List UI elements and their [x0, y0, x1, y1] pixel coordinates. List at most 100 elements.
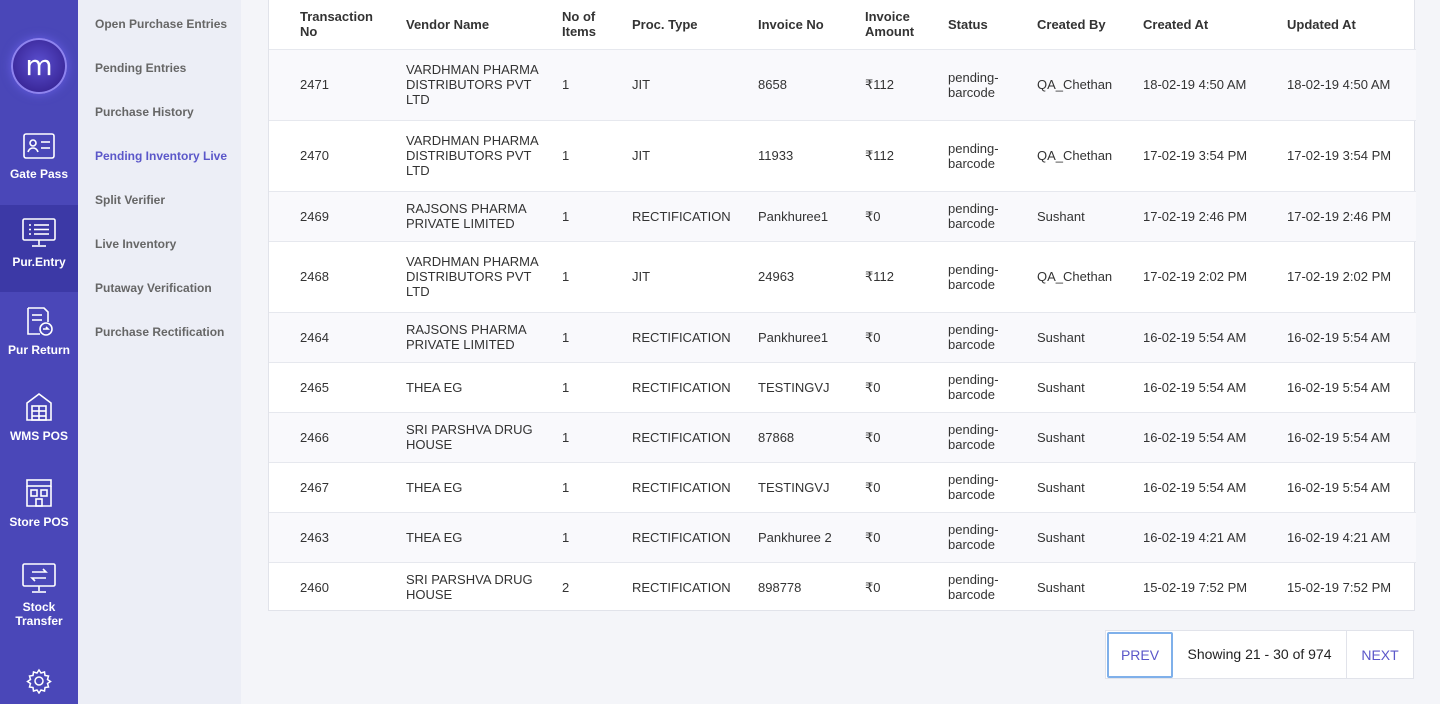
proc-type-cell: RECTIFICATION [632, 429, 731, 445]
subnav-item-open-purchase-entries[interactable]: Open Purchase Entries [95, 17, 227, 31]
rail-label: Pur.Entry [12, 255, 66, 269]
invoice-no-cell: 24963 [758, 269, 795, 284]
items-count-cell: 1 [562, 479, 570, 495]
pagination-summary: Showing 21 - 30 of 974 [1173, 631, 1347, 678]
created-at-cell: 16-02-19 4:21 AM [1143, 529, 1247, 545]
table-row[interactable]: 2468 VARDHMAN PHARMA DISTRIBUTORS PVT LTD… [269, 241, 1416, 312]
rail-item-pur-return[interactable]: Pur Return [0, 305, 78, 391]
subnav-item-split-verifier[interactable]: Split Verifier [95, 193, 165, 207]
subnav-item-pending-entries[interactable]: Pending Entries [95, 61, 186, 75]
column-header[interactable]: Invoice No [758, 0, 865, 49]
status-cell: pending-barcode [948, 472, 999, 502]
invoice-amount-cell: ₹112 [865, 148, 894, 163]
column-header[interactable]: Updated At [1287, 0, 1416, 49]
gear-icon[interactable] [26, 668, 52, 699]
created-at-cell: 16-02-19 5:54 AM [1143, 379, 1247, 395]
transaction-no-cell: 2466 [300, 429, 329, 445]
created-at-cell: 16-02-19 5:54 AM [1143, 329, 1247, 345]
rail-item-stock-transfer[interactable]: Stock Transfer [0, 562, 78, 638]
invoice-amount-cell: ₹0 [865, 208, 881, 224]
transfer-icon [0, 562, 78, 596]
created-by-cell: Sushant [1037, 379, 1085, 395]
items-count-cell: 1 [562, 529, 570, 545]
created-by-cell: QA_Chethan [1037, 269, 1113, 284]
subnav-item-purchase-history[interactable]: Purchase History [95, 105, 194, 119]
invoice-no-cell: 87868 [758, 429, 795, 445]
proc-type-cell: JIT [632, 77, 651, 92]
table-row[interactable]: 2460 SRI PARSHVA DRUG HOUSE 2 RECTIFICATION… [269, 562, 1416, 612]
table-row[interactable]: 2465 THEA EG 1 RECTIFICATION TESTINGVJ ₹0 pend… [269, 362, 1416, 412]
column-header[interactable]: Created By [1037, 0, 1143, 49]
rail-label-line2: Transfer [15, 614, 63, 628]
table-row[interactable]: 2464 RAJSONS PHARMA PRIVATE LIMITED 1 RECTI… [269, 312, 1416, 362]
vendor-name-cell: VARDHMAN PHARMA DISTRIBUTORS PVT LTD [406, 254, 538, 299]
table-row[interactable]: 2470 VARDHMAN PHARMA DISTRIBUTORS PVT LTD… [269, 120, 1416, 191]
updated-at-cell: 17-02-19 2:46 PM [1287, 208, 1392, 224]
column-header[interactable]: Proc. Type [632, 0, 758, 49]
column-header[interactable]: Vendor Name [406, 0, 562, 49]
rail-item-wms-pos[interactable]: WMS POS [0, 391, 78, 477]
column-header[interactable]: Created At [1143, 0, 1287, 49]
items-count-cell: 1 [562, 148, 570, 163]
rail-item-pur-entry[interactable]: Pur.Entry [0, 205, 78, 292]
app-rail: m Gate Pass Pur.Entry Pur Return WMS POS… [0, 0, 78, 704]
created-by-cell: Sushant [1037, 479, 1085, 495]
subnav-item-purchase-rectification[interactable]: Purchase Rectification [95, 325, 224, 339]
subnav-item-putaway-verification[interactable]: Putaway Verification [95, 281, 212, 295]
proc-type-cell: RECTIFICATION [632, 379, 731, 395]
logo-letter: m [25, 49, 53, 82]
created-at-cell: 15-02-19 7:52 PM [1143, 579, 1248, 595]
updated-at-cell: 16-02-19 5:54 AM [1287, 479, 1391, 495]
vendor-name-cell: RAJSONS PHARMA PRIVATE LIMITED [406, 201, 526, 231]
proc-type-cell: RECTIFICATION [632, 529, 731, 545]
subnav-item-pending-inventory-live[interactable]: Pending Inventory Live [95, 149, 227, 163]
column-header[interactable]: Transaction No [269, 0, 406, 49]
invoice-amount-cell: ₹0 [865, 479, 881, 495]
monitor-list-icon [0, 205, 78, 249]
created-by-cell: QA_Chethan [1037, 148, 1113, 163]
status-cell: pending-barcode [948, 422, 999, 452]
transactions-table-card: Transaction No Vendor Name No of Items P… [268, 0, 1416, 612]
id-card-icon [0, 131, 78, 161]
rail-item-store-pos[interactable]: Store POS [0, 477, 78, 563]
warehouse-icon [0, 391, 78, 423]
column-header[interactable]: Invoice Amount [865, 0, 948, 49]
transaction-no-cell: 2467 [300, 479, 329, 495]
vendor-name-cell: SRI PARSHVA DRUG HOUSE [406, 422, 533, 452]
proc-type-cell: JIT [632, 269, 651, 284]
transaction-no-cell: 2463 [300, 529, 329, 545]
updated-at-cell: 16-02-19 5:54 AM [1287, 429, 1391, 445]
items-count-cell: 1 [562, 269, 570, 284]
subnav-item-live-inventory[interactable]: Live Inventory [95, 237, 176, 251]
table-row[interactable]: 2463 THEA EG 1 RECTIFICATION Pankhuree 2 ₹0 pe… [269, 512, 1416, 562]
updated-at-cell: 17-02-19 3:54 PM [1287, 148, 1392, 163]
next-button[interactable]: NEXT [1347, 647, 1413, 663]
invoice-no-cell: TESTINGVJ [758, 479, 830, 495]
column-header[interactable]: Status [948, 0, 1037, 49]
created-by-cell: QA_Chethan [1037, 77, 1113, 92]
status-cell: pending-barcode [948, 140, 999, 171]
pagination: PREV Showing 21 - 30 of 974 NEXT [1105, 630, 1414, 679]
invoice-amount-cell: ₹0 [865, 429, 881, 445]
items-count-cell: 1 [562, 77, 570, 92]
items-count-cell: 1 [562, 429, 570, 445]
created-by-cell: Sushant [1037, 429, 1085, 445]
invoice-no-cell: Pankhuree1 [758, 208, 829, 224]
proc-type-cell: RECTIFICATION [632, 579, 731, 595]
items-count-cell: 1 [562, 379, 570, 395]
invoice-amount-cell: ₹112 [865, 269, 894, 284]
status-cell: pending-barcode [948, 69, 999, 100]
table-row[interactable]: 2471 VARDHMAN PHARMA DISTRIBUTORS PVT LTD… [269, 49, 1416, 120]
invoice-no-cell: Pankhuree1 [758, 329, 829, 345]
updated-at-cell: 16-02-19 4:21 AM [1287, 529, 1391, 545]
app-logo[interactable]: m [11, 38, 67, 94]
table-row[interactable]: 2467 THEA EG 1 RECTIFICATION TESTINGVJ ₹0 pend… [269, 462, 1416, 512]
sub-navigation: Open Purchase Entries Pending Entries Pu… [78, 0, 241, 704]
table-row[interactable]: 2466 SRI PARSHVA DRUG HOUSE 1 RECTIFICATION… [269, 412, 1416, 462]
prev-button[interactable]: PREV [1107, 631, 1173, 678]
column-header[interactable]: No of Items [562, 0, 632, 49]
rail-label: Store POS [9, 515, 69, 529]
table-row[interactable]: 2469 RAJSONS PHARMA PRIVATE LIMITED 1 RECTI… [269, 191, 1416, 241]
updated-at-cell: 16-02-19 5:54 AM [1287, 379, 1391, 395]
vendor-name-cell: SRI PARSHVA DRUG HOUSE [406, 572, 533, 603]
